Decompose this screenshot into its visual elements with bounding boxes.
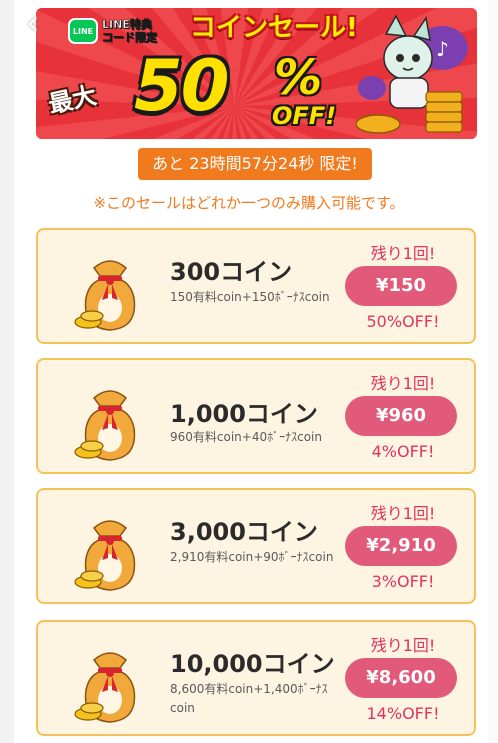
sale-timer: あと 23時間57分24秒 限定! (138, 148, 372, 180)
package-title: 3,000コイン (170, 518, 318, 546)
coin-package-card[interactable]: 1,000コイン 960有料coin+40ﾎﾞｰﾅｽcoin 残り1回! ¥96… (36, 358, 476, 474)
package-title: 1,000コイン (170, 400, 318, 428)
coin-package-card[interactable]: 3,000コイン 2,910有料coin+90ﾎﾞｰﾅｽcoin 残り1回! ¥… (36, 488, 476, 604)
remaining-count: 残り1回! (370, 374, 436, 393)
remaining-count: 残り1回! (370, 504, 436, 523)
package-description: 960有料coin+40ﾎﾞｰﾅｽcoin (170, 430, 322, 444)
right-edge (488, 0, 498, 743)
purchase-limit-notice: ※このセールはどれか一つのみ購入可能です。 (93, 194, 405, 212)
discount-label: 50%OFF! (366, 312, 440, 331)
sale-banner: LINE LINE特典 コード限定 コインセール! 最大 50 % OFF! ♪ (36, 8, 477, 139)
line-special-label: LINE特典 コード限定 (102, 18, 158, 45)
package-description: 2,910有料coin+90ﾎﾞｰﾅｽcoin (170, 550, 334, 564)
banner-off-label: OFF! (272, 102, 337, 130)
package-title: 10,000コイン (170, 650, 335, 678)
discount-label: 4%OFF! (371, 442, 435, 461)
chevron-left-icon: ‹ (26, 3, 40, 43)
line-special-line2: コード限定 (102, 31, 158, 45)
buy-button[interactable]: ¥2,910 (345, 526, 457, 566)
package-description: 8,600有料coin+1,400ﾎﾞｰﾅｽcoin (170, 682, 328, 715)
coin-bag-icon (74, 390, 136, 461)
coin-package-card[interactable]: 300コイン 150有料coin+150ﾎﾞｰﾅｽcoin 残り1回! ¥150… (36, 228, 476, 344)
banner-title: コインセール! (190, 13, 358, 43)
remaining-count: 残り1回! (370, 636, 436, 655)
discount-label: 14%OFF! (366, 704, 440, 723)
left-edge (0, 0, 14, 743)
package-description: 150有料coin+150ﾎﾞｰﾅｽcoin (170, 290, 330, 304)
buy-button[interactable]: ¥150 (345, 266, 457, 306)
line-special-line1: LINE特典 (102, 18, 152, 32)
banner-percent: 50 (134, 45, 229, 127)
buy-button[interactable]: ¥960 (345, 396, 457, 436)
coin-package-card[interactable]: 10,000コイン 8,600有料coin+1,400ﾎﾞｰﾅｽcoin 残り1… (36, 620, 476, 736)
buy-button[interactable]: ¥8,600 (345, 658, 457, 698)
coin-bag-icon (74, 260, 136, 331)
back-button[interactable]: ‹ (26, 6, 56, 46)
coin-bag-icon (74, 652, 136, 723)
banner-percent-sign: % (274, 50, 323, 106)
svg-text:♪: ♪ (436, 37, 449, 61)
remaining-count: 残り1回! (370, 244, 436, 263)
coin-bag-icon (74, 520, 136, 591)
mascot-with-coins-illustration: ♪ (356, 14, 468, 134)
line-badge: LINE LINE特典 コード限定 (68, 14, 157, 48)
discount-label: 3%OFF! (371, 572, 435, 591)
package-title: 300コイン (170, 258, 293, 286)
line-logo: LINE (68, 18, 98, 44)
